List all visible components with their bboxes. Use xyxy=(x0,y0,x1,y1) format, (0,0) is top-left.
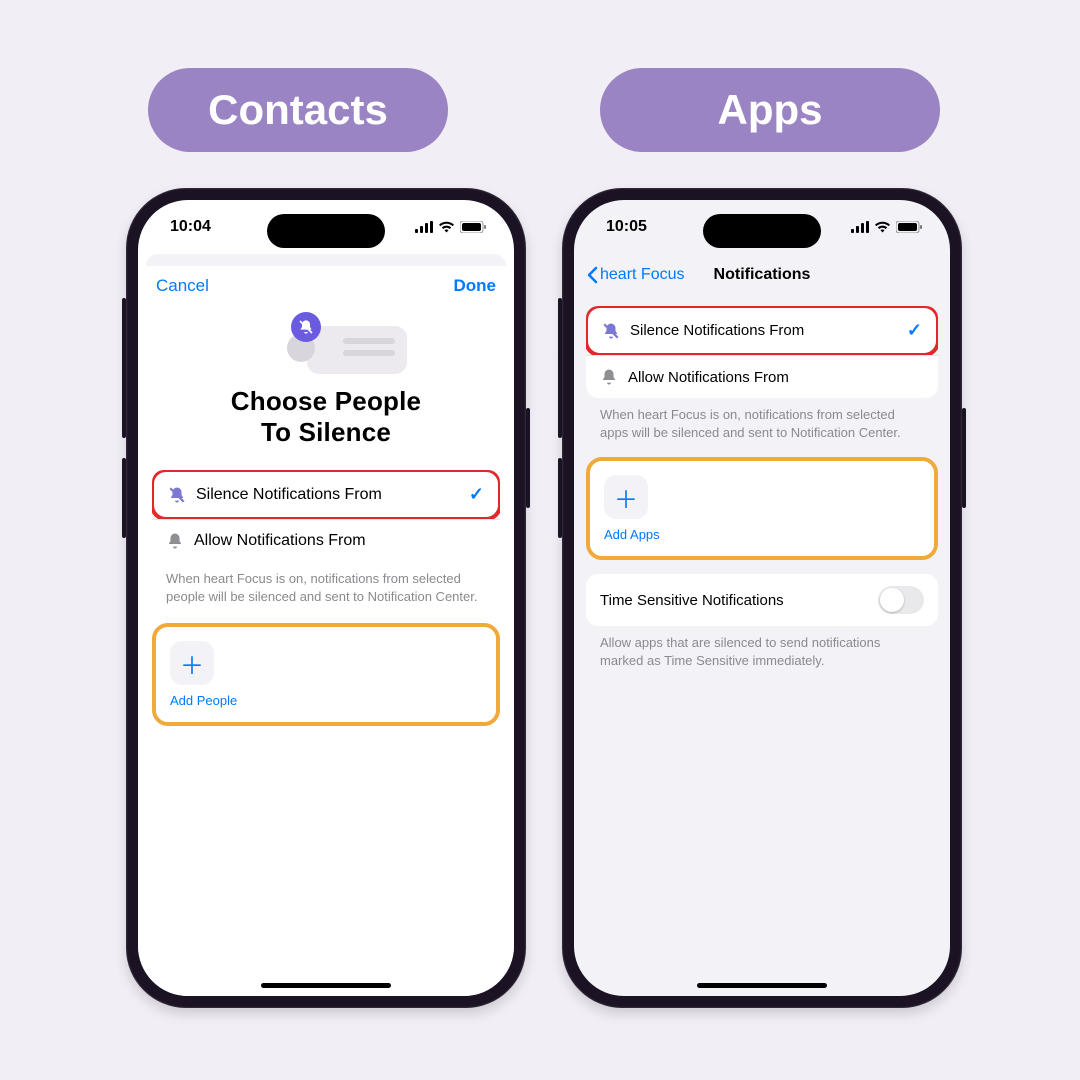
bell-off-icon xyxy=(602,322,620,340)
time-sensitive-row[interactable]: Time Sensitive Notifications xyxy=(586,574,938,626)
option-silence[interactable]: Silence Notifications From ✓ xyxy=(152,470,500,521)
plus-icon: ＋ xyxy=(180,646,204,681)
add-apps-label: Add Apps xyxy=(604,527,660,542)
caption: Allow apps that are silenced to send not… xyxy=(586,626,938,669)
wifi-icon xyxy=(438,221,455,233)
phone-contacts: 10:04 Cancel Done xyxy=(126,188,526,1008)
option-allow[interactable]: Allow Notifications From xyxy=(152,519,500,562)
battery-icon xyxy=(896,221,922,233)
dynamic-island xyxy=(267,214,385,248)
time-sensitive-toggle[interactable] xyxy=(878,586,924,614)
cellular-icon xyxy=(415,221,433,233)
bell-icon xyxy=(600,368,618,386)
home-indicator[interactable] xyxy=(697,983,827,988)
nav-title: Notifications xyxy=(574,266,950,284)
time-sensitive-label: Time Sensitive Notifications xyxy=(600,592,784,609)
checkmark-icon: ✓ xyxy=(469,484,484,505)
hero-illustration xyxy=(281,316,401,376)
home-indicator[interactable] xyxy=(261,983,391,988)
option-label: Allow Notifications From xyxy=(628,369,924,386)
plus-icon: ＋ xyxy=(614,480,638,515)
caption: When heart Focus is on, notifications fr… xyxy=(586,398,938,441)
checkmark-icon: ✓ xyxy=(907,320,922,341)
option-label: Silence Notifications From xyxy=(196,486,459,504)
label-contacts: Contacts xyxy=(148,68,448,152)
status-time: 10:04 xyxy=(170,218,211,236)
option-allow[interactable]: Allow Notifications From xyxy=(586,355,938,398)
battery-icon xyxy=(460,221,486,233)
option-silence[interactable]: Silence Notifications From ✓ xyxy=(586,306,938,357)
cancel-button[interactable]: Cancel xyxy=(156,276,209,296)
done-button[interactable]: Done xyxy=(454,276,497,296)
bell-off-icon xyxy=(168,486,186,504)
wifi-icon xyxy=(874,221,891,233)
cellular-icon xyxy=(851,221,869,233)
option-label: Allow Notifications From xyxy=(194,532,486,550)
status-time: 10:05 xyxy=(606,218,647,236)
add-people-label: Add People xyxy=(170,693,237,708)
dynamic-island xyxy=(703,214,821,248)
caption: When heart Focus is on, notifications fr… xyxy=(152,562,500,605)
page-title: Choose People To Silence xyxy=(231,386,421,448)
add-people-button[interactable]: ＋ xyxy=(170,641,214,685)
add-apps-button[interactable]: ＋ xyxy=(604,475,648,519)
bell-icon xyxy=(166,532,184,550)
phone-apps: 10:05 heart Focus Notifications xyxy=(562,188,962,1008)
bell-off-icon xyxy=(291,312,321,342)
label-apps: Apps xyxy=(600,68,940,152)
option-label: Silence Notifications From xyxy=(630,322,897,339)
